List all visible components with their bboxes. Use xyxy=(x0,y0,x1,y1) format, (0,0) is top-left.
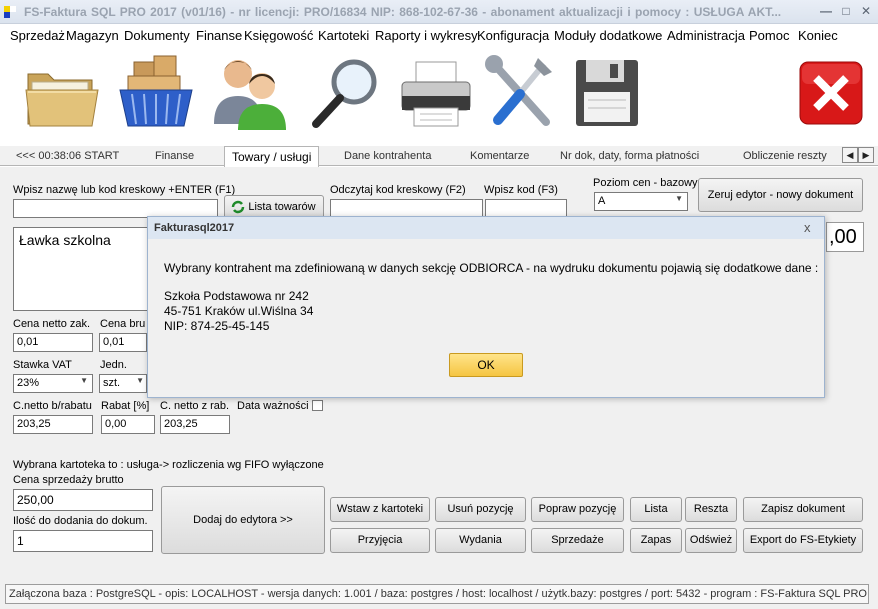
tab-towary[interactable]: Towary / usługi xyxy=(224,146,320,167)
discount-label: Rabat [%] xyxy=(101,400,150,412)
vat-label: Stawka VAT xyxy=(13,359,72,371)
search-label: Wpisz nazwę lub kod kreskowy +ENTER (F1) xyxy=(13,184,236,196)
net-after-discount-input[interactable]: 203,25 xyxy=(160,415,230,434)
price-level-select[interactable]: A ▼ xyxy=(594,192,688,211)
tab-scroll-left-button[interactable]: ◀ xyxy=(842,147,858,163)
tab-scroll-right-button[interactable]: ▶ xyxy=(858,147,874,163)
discount-input[interactable]: 0,00 xyxy=(101,415,155,434)
floppy-disk-icon[interactable] xyxy=(566,52,650,134)
issues-button[interactable]: Wydania xyxy=(435,528,526,553)
export-labels-button[interactable]: Export do FS-Etykiety xyxy=(743,528,863,553)
list-button[interactable]: Lista xyxy=(630,497,682,522)
folder-icon[interactable] xyxy=(20,52,104,134)
reset-editor-button[interactable]: Zeruj edytor - nowy dokument xyxy=(698,178,863,212)
minimize-button[interactable]: — xyxy=(818,3,834,19)
sale-price-input[interactable]: 250,00 xyxy=(13,489,153,511)
qty-input[interactable]: 1 xyxy=(13,530,153,552)
expiry-label: Data ważności xyxy=(237,400,309,412)
status-text: Załączona baza : PostgreSQL - opis: LOCA… xyxy=(5,584,869,604)
menu-finanse[interactable]: Finanse xyxy=(196,28,242,43)
dialog-close-icon[interactable]: x xyxy=(804,220,811,235)
unit-label: Jedn. xyxy=(100,359,127,371)
tab-dane-kontrahenta[interactable]: Dane kontrahenta xyxy=(344,150,431,162)
sale-price-label: Cena sprzedaży brutto xyxy=(13,474,124,486)
unit-value: szt. xyxy=(103,377,121,389)
tab-start[interactable]: <<< 00:38:06 START xyxy=(16,150,119,162)
price-level-label: Poziom cen - bazowy xyxy=(593,177,698,189)
chevron-down-icon: ▼ xyxy=(80,376,88,385)
insert-from-card-button[interactable]: Wstaw z kartoteki xyxy=(330,497,430,522)
menu-raporty[interactable]: Raporty i wykresy xyxy=(375,28,478,43)
dialog-recipient-nip: NIP: 874-25-45-145 xyxy=(164,319,270,333)
magnifier-icon[interactable] xyxy=(304,52,388,134)
edit-item-button[interactable]: Popraw pozycję xyxy=(531,497,624,522)
gross-price-label: Cena bru xyxy=(100,318,146,330)
menu-konfiguracja[interactable]: Konfiguracja xyxy=(477,28,549,43)
net-before-discount-label: C.netto b/rabatu xyxy=(13,400,92,412)
net-before-discount-input[interactable]: 203,25 xyxy=(13,415,93,434)
chevron-down-icon: ▼ xyxy=(675,194,683,203)
menu-moduly[interactable]: Moduły dodatkowe xyxy=(554,28,662,43)
dialog-recipient-address: 45-751 Kraków ul.Wiślna 34 xyxy=(164,304,314,318)
vat-select[interactable]: 23% ▼ xyxy=(13,374,93,393)
tab-komentarze[interactable]: Komentarze xyxy=(470,150,529,162)
menu-magazyn[interactable]: Magazyn xyxy=(66,28,119,43)
tools-icon[interactable] xyxy=(480,52,564,134)
net-price-buy-label: Cena netto zak. xyxy=(13,318,91,330)
refresh-icon xyxy=(231,200,245,214)
info-dialog: Fakturasql2017 x Wybrany kontrahent ma z… xyxy=(147,216,825,398)
app-logo-icon xyxy=(4,6,16,18)
tab-finanse[interactable]: Finanse xyxy=(155,150,194,162)
dialog-title: Fakturasql2017 xyxy=(154,222,235,234)
gross-price-input[interactable]: 0,01 xyxy=(99,333,147,352)
chevron-down-icon: ▼ xyxy=(136,376,144,385)
maximize-button[interactable]: □ xyxy=(838,3,854,19)
shopping-basket-icon[interactable] xyxy=(114,52,198,134)
tab-obliczenie-reszty[interactable]: Obliczenie reszty xyxy=(743,150,827,162)
product-list-label: Lista towarów xyxy=(248,201,316,213)
status-bar: Załączona baza : PostgreSQL - opis: LOCA… xyxy=(0,580,878,609)
receipts-button[interactable]: Przyjęcia xyxy=(330,528,430,553)
refresh-button[interactable]: Odśwież xyxy=(685,528,737,553)
save-document-button[interactable]: Zapisz dokument xyxy=(743,497,863,522)
qty-label: Ilość do dodania do dokum. xyxy=(13,515,148,527)
menu-koniec[interactable]: Koniec xyxy=(798,28,838,43)
tab-nr-dok[interactable]: Nr dok, daty, forma płatności xyxy=(560,150,699,162)
barcode-label: Odczytaj kod kreskowy (F2) xyxy=(330,184,466,196)
menu-ksiegowosc[interactable]: Księgowość xyxy=(244,28,313,43)
sales-button[interactable]: Sprzedaże xyxy=(531,528,624,553)
stock-button[interactable]: Zapas xyxy=(630,528,682,553)
dialog-title-bar: Fakturasql2017 x xyxy=(148,217,824,239)
net-after-discount-label: C. netto z rab. xyxy=(160,400,230,412)
delete-item-button[interactable]: Usuń pozycję xyxy=(435,497,526,522)
unit-select[interactable]: szt. ▼ xyxy=(99,374,147,393)
menu-pomoc[interactable]: Pomoc xyxy=(749,28,789,43)
window-title: FS-Faktura SQL PRO 2017 (v01/16) - nr li… xyxy=(24,5,782,19)
fifo-info: Wybrana kartoteka to : usługa-> rozlicze… xyxy=(13,459,324,471)
close-window-button[interactable]: ✕ xyxy=(858,3,874,19)
net-price-buy-input[interactable]: 0,01 xyxy=(13,333,93,352)
printer-icon[interactable] xyxy=(394,52,478,134)
menu-sprzedaz[interactable]: Sprzedaż xyxy=(10,28,65,43)
menu-bar: Sprzedaż Magazyn Dokumenty Finanse Księg… xyxy=(0,25,878,46)
toolbar xyxy=(0,46,878,144)
change-button[interactable]: Reszta xyxy=(685,497,737,522)
vat-value: 23% xyxy=(17,377,40,389)
product-name-box[interactable]: Ławka szkolna xyxy=(13,227,153,311)
price-level-value: A xyxy=(598,195,606,207)
users-icon[interactable] xyxy=(208,52,292,134)
title-bar: FS-Faktura SQL PRO 2017 (v01/16) - nr li… xyxy=(0,0,878,24)
tab-strip: <<< 00:38:06 START Finanse Towary / usłu… xyxy=(0,146,878,167)
dialog-message: Wybrany kontrahent ma zdefiniowaną w dan… xyxy=(164,261,819,275)
dialog-recipient-name: Szkoła Podstawowa nr 242 xyxy=(164,289,309,303)
menu-kartoteki[interactable]: Kartoteki xyxy=(318,28,369,43)
menu-dokumenty[interactable]: Dokumenty xyxy=(124,28,190,43)
code-label: Wpisz kod (F3) xyxy=(484,184,558,196)
close-icon[interactable] xyxy=(790,52,874,134)
expiry-checkbox[interactable] xyxy=(312,400,323,411)
ok-button[interactable]: OK xyxy=(449,353,523,377)
menu-administracja[interactable]: Administracja xyxy=(667,28,745,43)
add-to-editor-button[interactable]: Dodaj do edytora >> xyxy=(161,486,325,554)
total-amount-display: ,00 xyxy=(826,222,864,252)
